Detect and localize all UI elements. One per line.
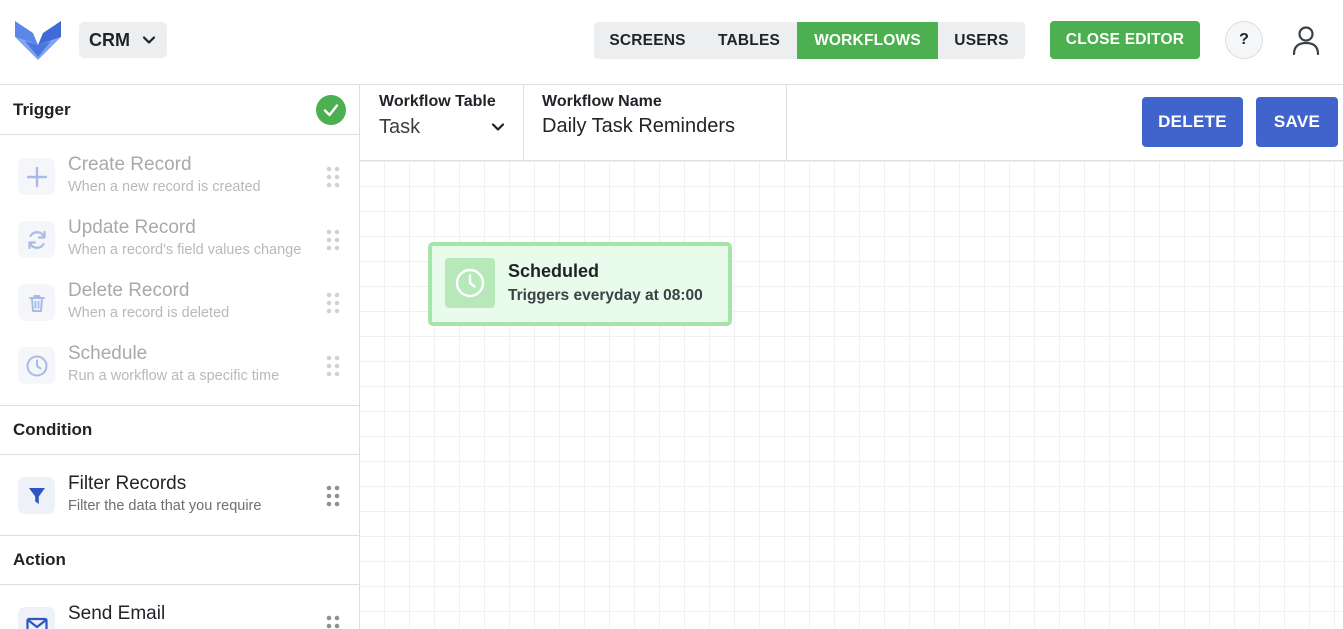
block-description: When a new record is created bbox=[68, 179, 261, 195]
tab-screens[interactable]: SCREENS bbox=[594, 22, 701, 59]
block-delete-record[interactable]: Delete Record When a record is deleted bbox=[0, 271, 359, 334]
clock-icon bbox=[18, 347, 55, 384]
tab-tables[interactable]: TABLES bbox=[701, 22, 797, 59]
block-description: Filter the data that you require bbox=[68, 498, 262, 514]
workflow-name-input[interactable] bbox=[542, 115, 772, 138]
workflow-header: Workflow Table Task Workflow Name DELETE… bbox=[360, 85, 1343, 161]
drag-handle-icon[interactable] bbox=[326, 355, 340, 377]
drag-handle-icon[interactable] bbox=[326, 229, 340, 251]
action-section-header: Action bbox=[0, 535, 359, 585]
workflow-table-select[interactable]: Workflow Table Task bbox=[360, 85, 524, 160]
workflow-name-field: Workflow Name bbox=[524, 85, 787, 160]
plus-icon bbox=[18, 158, 55, 195]
app-selector[interactable]: CRM bbox=[79, 22, 167, 58]
trigger-section-header: Trigger bbox=[0, 85, 359, 135]
workflow-table-value: Task bbox=[379, 116, 421, 138]
top-bar: CRM SCREENS TABLES WORKFLOWS USERS CLOSE… bbox=[0, 0, 1343, 85]
block-name: Update Record bbox=[68, 217, 196, 238]
clock-icon bbox=[445, 258, 495, 308]
drag-handle-icon[interactable] bbox=[326, 292, 340, 314]
condition-section-header: Condition bbox=[0, 405, 359, 455]
node-title: Scheduled bbox=[508, 261, 600, 281]
trash-icon bbox=[18, 284, 55, 321]
block-send-email[interactable]: Send Email bbox=[0, 594, 359, 629]
filter-icon bbox=[18, 477, 55, 514]
block-schedule[interactable]: Schedule Run a workflow at a specific ti… bbox=[0, 334, 359, 397]
chevron-down-icon bbox=[142, 36, 156, 44]
tab-workflows[interactable]: WORKFLOWS bbox=[797, 22, 938, 59]
drag-handle-icon[interactable] bbox=[326, 615, 340, 629]
close-editor-button[interactable]: CLOSE EDITOR bbox=[1050, 21, 1200, 59]
tab-users[interactable]: USERS bbox=[938, 22, 1025, 59]
block-create-record[interactable]: Create Record When a new record is creat… bbox=[0, 145, 359, 208]
block-name: Delete Record bbox=[68, 280, 190, 301]
trigger-complete-check-icon bbox=[316, 95, 346, 125]
block-name: Send Email bbox=[68, 603, 166, 624]
block-name: Create Record bbox=[68, 154, 192, 175]
app-logo-icon[interactable] bbox=[15, 19, 61, 61]
blocks-sidebar: Trigger Create Record When a new record … bbox=[0, 85, 360, 629]
workflow-name-label: Workflow Name bbox=[542, 93, 662, 110]
main-nav: SCREENS TABLES WORKFLOWS USERS bbox=[594, 22, 1025, 59]
app-selector-label: CRM bbox=[89, 29, 130, 50]
drag-handle-icon[interactable] bbox=[326, 166, 340, 188]
block-description: When a record's field values change bbox=[68, 242, 302, 258]
block-update-record[interactable]: Update Record When a record's field valu… bbox=[0, 208, 359, 271]
refresh-icon bbox=[18, 221, 55, 258]
block-description: When a record is deleted bbox=[68, 305, 230, 321]
save-button[interactable]: SAVE bbox=[1256, 97, 1338, 147]
block-name: Filter Records bbox=[68, 473, 187, 494]
email-icon bbox=[18, 607, 55, 629]
help-icon: ? bbox=[1239, 31, 1249, 48]
chevron-down-icon bbox=[491, 123, 505, 131]
drag-handle-icon[interactable] bbox=[326, 485, 340, 507]
block-description: Run a workflow at a specific time bbox=[68, 368, 280, 384]
workflow-canvas[interactable]: Scheduled Triggers everyday at 08:00 bbox=[360, 161, 1343, 629]
help-button[interactable]: ? bbox=[1225, 21, 1263, 59]
workflow-table-label: Workflow Table bbox=[379, 93, 496, 110]
node-subtitle: Triggers everyday at 08:00 bbox=[508, 287, 703, 304]
block-filter-records[interactable]: Filter Records Filter the data that you … bbox=[0, 464, 359, 527]
user-icon[interactable] bbox=[1290, 24, 1322, 56]
scheduled-trigger-node[interactable]: Scheduled Triggers everyday at 08:00 bbox=[428, 242, 732, 326]
action-section-title: Action bbox=[13, 550, 66, 569]
condition-section-title: Condition bbox=[13, 420, 93, 439]
delete-button[interactable]: DELETE bbox=[1142, 97, 1243, 147]
block-name: Schedule bbox=[68, 343, 148, 364]
trigger-section-title: Trigger bbox=[13, 99, 71, 119]
